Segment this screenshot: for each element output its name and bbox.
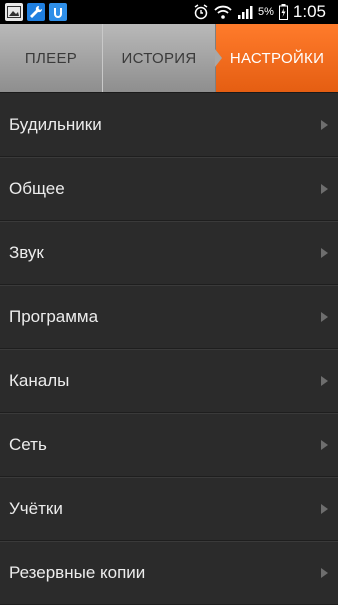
chevron-right-icon — [321, 439, 328, 450]
tab-label: НАСТРОЙКИ — [229, 49, 325, 67]
chevron-right-icon — [321, 503, 328, 514]
chevron-right-icon — [321, 183, 328, 194]
chevron-right-icon — [321, 119, 328, 130]
battery-percent: 5% — [258, 6, 274, 18]
settings-list: Будильники Общее Звук Программа Каналы С… — [0, 93, 338, 605]
settings-item-channels[interactable]: Каналы — [0, 349, 338, 413]
gallery-icon — [5, 3, 23, 21]
wrench-icon — [27, 3, 45, 21]
system-icons: 5% 1:05 — [193, 2, 338, 22]
settings-item-network[interactable]: Сеть — [0, 413, 338, 477]
alarm-icon — [194, 4, 208, 20]
tab-history[interactable]: ИСТОРИЯ — [103, 24, 216, 92]
tab-label: ИСТОРИЯ — [121, 49, 197, 67]
list-item-label: Сеть — [9, 434, 47, 454]
clock: 1:05 — [292, 2, 326, 21]
chevron-right-icon — [321, 375, 328, 386]
list-item-label: Общее — [9, 178, 65, 198]
battery-charging-icon — [278, 4, 288, 20]
settings-item-alarms[interactable]: Будильники — [0, 93, 338, 157]
app-icon — [49, 3, 67, 21]
list-item-label: Каналы — [9, 370, 70, 390]
tab-player[interactable]: ПЛЕЕР — [0, 24, 103, 92]
chevron-right-icon — [321, 247, 328, 258]
wifi-icon — [214, 5, 232, 19]
list-item-label: Звук — [9, 242, 44, 262]
settings-item-accounts[interactable]: Учётки — [0, 477, 338, 541]
notification-icons — [0, 3, 67, 21]
settings-item-program[interactable]: Программа — [0, 285, 338, 349]
settings-item-sound[interactable]: Звук — [0, 221, 338, 285]
active-tab-arrow-icon — [215, 49, 222, 67]
tab-label: ПЛЕЕР — [24, 49, 78, 67]
chevron-right-icon — [321, 567, 328, 578]
list-item-label: Учётки — [9, 498, 63, 518]
list-item-label: Резервные копии — [9, 562, 146, 582]
settings-item-general[interactable]: Общее — [0, 157, 338, 221]
tab-settings[interactable]: НАСТРОЙКИ — [215, 24, 338, 92]
tab-bar: ПЛЕЕР ИСТОРИЯ НАСТРОЙКИ — [0, 24, 338, 93]
list-item-label: Будильники — [9, 114, 102, 134]
chevron-right-icon — [321, 311, 328, 322]
list-item-label: Программа — [9, 306, 99, 326]
signal-icon — [238, 6, 253, 19]
settings-item-backups[interactable]: Резервные копии — [0, 541, 338, 605]
status-bar: 5% 1:05 — [0, 0, 338, 24]
